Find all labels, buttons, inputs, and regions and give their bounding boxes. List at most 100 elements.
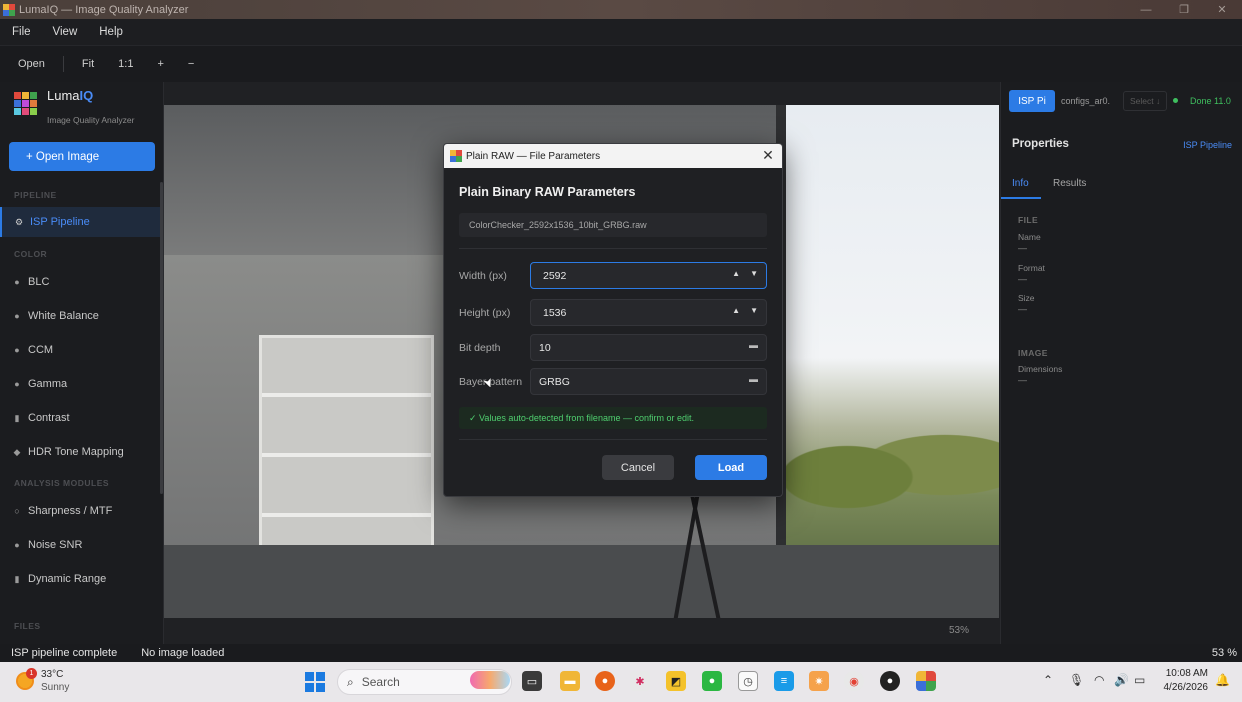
isp-pipeline-button[interactable]: ISP Pi <box>1009 90 1055 112</box>
chevron-up-icon[interactable]: ⌃ <box>1043 673 1053 687</box>
maximize-button[interactable]: ❐ <box>1166 0 1202 19</box>
clock-time[interactable]: 10:08 AM <box>1163 668 1208 679</box>
windows-start-icon[interactable] <box>305 672 325 692</box>
properties-title: Properties <box>1012 138 1069 150</box>
sidebar-item-dynamic-range[interactable]: ▮ Dynamic Range <box>0 564 162 594</box>
section-pipeline: PIPELINE <box>14 190 57 200</box>
notification-badge: 1 <box>26 668 37 679</box>
sidebar-item-ccm[interactable]: ● CCM <box>0 335 162 365</box>
lumaiq-taskbar-icon[interactable] <box>916 671 936 691</box>
notification-bell-icon[interactable]: 🔔 <box>1215 673 1230 687</box>
battery-icon[interactable]: ▭ <box>1134 673 1145 687</box>
decrement-icon[interactable]: ▼ <box>750 306 758 315</box>
dimensions-key: Dimensions <box>1018 364 1063 374</box>
dot-icon: ● <box>14 345 20 355</box>
bitdepth-value: 10 <box>539 341 551 354</box>
bitdepth-select[interactable]: 10 ▬ <box>530 334 767 361</box>
toolbar: Open Fit 1:1 + − <box>0 45 1242 82</box>
decrement-icon[interactable]: ▼ <box>750 269 758 278</box>
one-to-one-button[interactable]: 1:1 <box>106 58 145 70</box>
status-middle: No image loaded <box>141 647 225 659</box>
wifi-icon[interactable]: ◠ <box>1094 673 1104 687</box>
config-select[interactable]: Select ↓ <box>1123 91 1167 111</box>
sidebar-item-label: Noise SNR <box>28 539 83 551</box>
search-icon: ⌕ <box>347 674 354 689</box>
increment-icon[interactable]: ▲ <box>732 306 740 315</box>
open-image-button[interactable]: + Open Image <box>9 142 155 171</box>
sunburst-icon[interactable]: ✷ <box>809 671 829 691</box>
dropdown-icon: ▬ <box>749 340 758 350</box>
sticky-notes-icon[interactable]: ◩ <box>666 671 686 691</box>
sidebar-item-label: Contrast <box>28 412 70 424</box>
brand-accent-text: IQ <box>79 88 94 103</box>
height-input[interactable]: 1536 ▲ ▼ <box>530 299 767 326</box>
properties-link[interactable]: ISP Pipeline <box>1183 140 1232 150</box>
sidebar-item-label: Sharpness / MTF <box>28 505 113 517</box>
dot-icon: ● <box>14 277 20 287</box>
chrome-icon[interactable]: ◉ <box>844 671 864 691</box>
app-logo-icon <box>14 92 38 116</box>
config-name: configs_ar0. <box>1061 96 1111 106</box>
zoom-in-button[interactable]: + <box>145 58 175 70</box>
os-taskbar: 1 33°C Sunny ⌕ Search ▭ ▬ ● ✱ ◩ ● ◷ ≡ ✷ … <box>0 662 1242 702</box>
zoom-out-button[interactable]: − <box>176 58 206 70</box>
slack-icon[interactable]: ✱ <box>630 671 650 691</box>
right-panel: ISP Pi configs_ar0. Select ↓ Done 11.0 P… <box>1000 82 1242 644</box>
notepad-icon[interactable]: ≡ <box>774 671 794 691</box>
sidebar-item-blc[interactable]: ● BLC <box>0 267 162 297</box>
format-key: Format <box>1018 263 1045 273</box>
sidebar-item-contrast[interactable]: ▮ Contrast <box>0 403 162 433</box>
close-window-button[interactable]: ✕ <box>1204 0 1240 19</box>
sidebar-item-hdr-tone-mapping[interactable]: ◆ HDR Tone Mapping <box>0 437 162 467</box>
size-key: Size <box>1018 293 1035 303</box>
tab-results[interactable]: Results <box>1053 178 1086 189</box>
microphone-icon[interactable]: 🎙 <box>1069 673 1084 687</box>
minimize-button[interactable]: — <box>1128 0 1164 19</box>
clock-app-icon[interactable]: ◷ <box>738 671 758 691</box>
clock-date[interactable]: 4/26/2026 <box>1163 682 1209 693</box>
sidebar-item-noise-snr[interactable]: ● Noise SNR <box>0 530 162 560</box>
sidebar-scrollbar[interactable] <box>160 182 163 494</box>
sidebar-item-label: Gamma <box>28 378 68 390</box>
cancel-button[interactable]: Cancel <box>602 455 674 480</box>
increment-icon[interactable]: ▲ <box>732 269 740 278</box>
bitdepth-label: Bit depth <box>459 342 501 354</box>
bayer-value: GRBG <box>539 375 570 388</box>
firefox-icon[interactable]: ● <box>595 671 615 691</box>
sidebar: LumaIQ Image Quality Analyzer + Open Ima… <box>0 82 164 644</box>
sidebar-item-label: CCM <box>28 344 54 356</box>
image-section-title: IMAGE <box>1018 348 1048 358</box>
bar-icon: ▮ <box>14 573 20 584</box>
weather-desc[interactable]: Sunny <box>41 682 69 693</box>
close-icon[interactable]: ✕ <box>760 147 776 164</box>
sidebar-item-isp-pipeline[interactable]: ⚙ ISP Pipeline <box>0 207 162 237</box>
brand-name-text: Luma <box>47 88 80 103</box>
menu-view[interactable]: View <box>53 26 78 38</box>
app-logo-icon <box>450 150 462 162</box>
menu-help[interactable]: Help <box>99 26 123 38</box>
menu-file[interactable]: File <box>12 26 31 38</box>
fit-button[interactable]: Fit <box>70 58 106 70</box>
sidebar-item-label: HDR Tone Mapping <box>28 446 124 458</box>
open-tool-button[interactable]: Open <box>0 58 57 70</box>
file-section-title: FILE <box>1018 215 1039 225</box>
sidebar-item-label: White Balance <box>28 310 99 322</box>
dot-icon: ● <box>14 540 20 550</box>
circle-icon: ○ <box>14 506 20 516</box>
weather-temp[interactable]: 33°C <box>41 669 63 680</box>
dot-icon: ● <box>14 311 20 321</box>
width-input[interactable]: 2592 ▲ ▼ <box>530 262 767 289</box>
load-button[interactable]: Load <box>695 455 767 480</box>
bayer-select[interactable]: GRBG ▬ <box>530 368 767 395</box>
sidebar-item-gamma[interactable]: ● Gamma <box>0 369 162 399</box>
tab-info[interactable]: Info <box>1012 178 1029 189</box>
chat-icon[interactable]: ● <box>702 671 722 691</box>
volume-icon[interactable]: 🔊 <box>1114 673 1129 687</box>
sidebar-item-white-balance[interactable]: ● White Balance <box>0 301 162 331</box>
width-value: 2592 <box>543 269 567 282</box>
file-explorer-icon[interactable]: ▬ <box>560 671 580 691</box>
task-view-icon[interactable]: ▭ <box>522 671 542 691</box>
sidebar-item-sharpness[interactable]: ○ Sharpness / MTF <box>0 496 162 526</box>
app-icon-dark[interactable]: ● <box>880 671 900 691</box>
window-title: LumaIQ — Image Quality Analyzer <box>19 3 189 16</box>
